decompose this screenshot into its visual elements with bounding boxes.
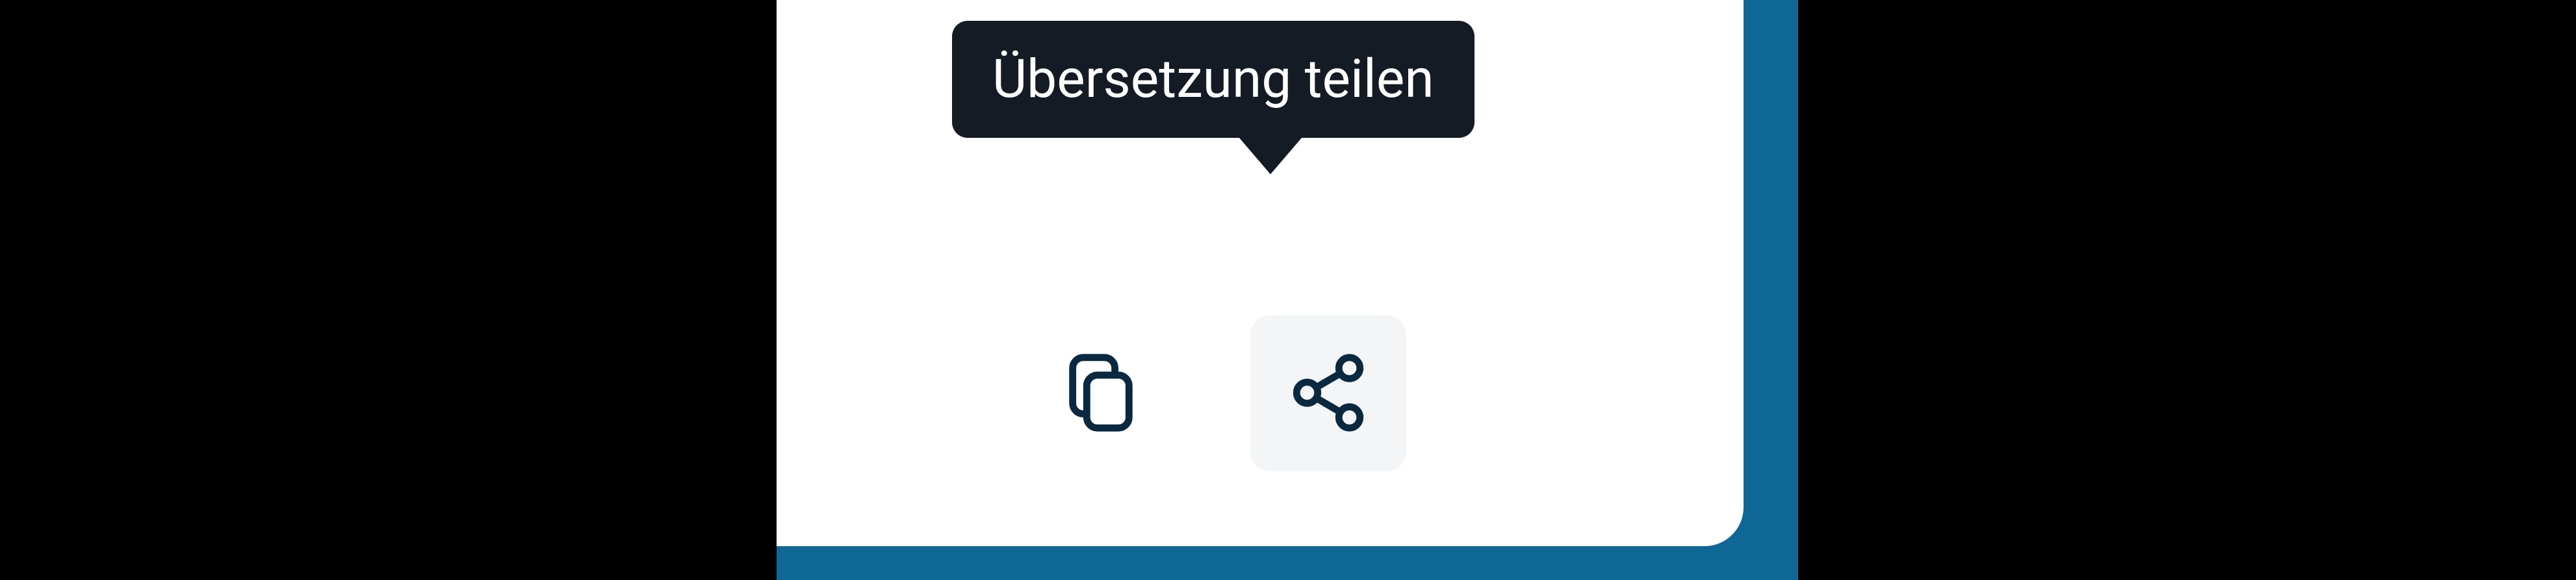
toolbar <box>777 315 1653 471</box>
share-button[interactable] <box>1250 315 1406 471</box>
tooltip-text: Übersetzung teilen <box>992 48 1434 111</box>
outer-frame: Übersetzung teilen <box>777 0 1798 580</box>
copy-button[interactable] <box>1023 315 1179 471</box>
copy-icon <box>1059 350 1143 437</box>
translation-card: Übersetzung teilen <box>777 0 1744 546</box>
share-tooltip: Übersetzung teilen <box>952 21 1475 138</box>
share-icon <box>1286 350 1371 437</box>
